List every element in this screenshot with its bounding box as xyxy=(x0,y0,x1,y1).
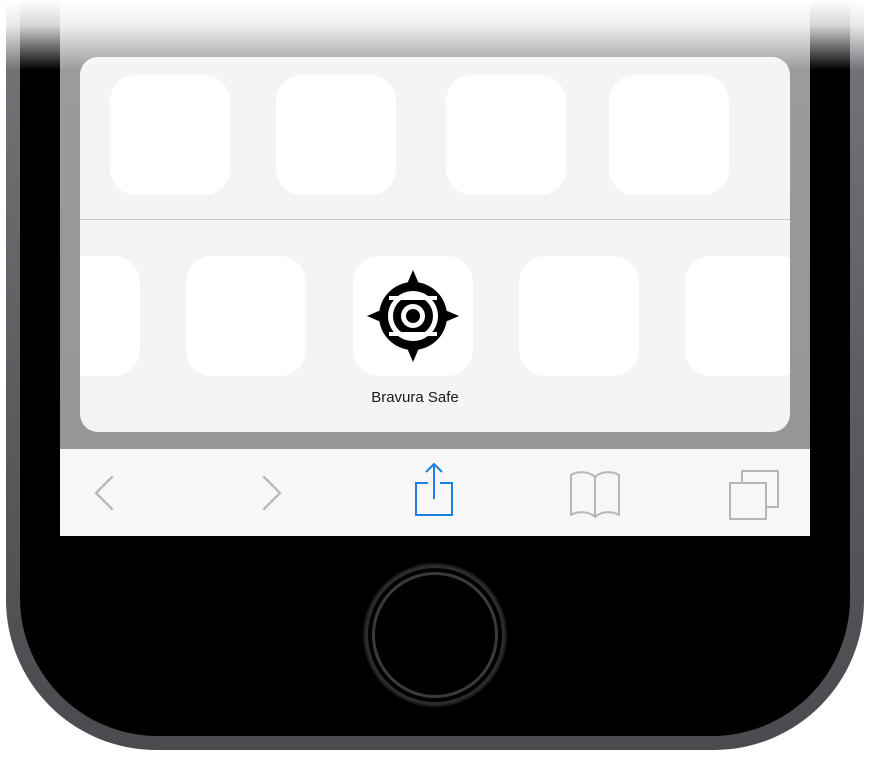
bravura-safe-action[interactable] xyxy=(353,256,473,376)
share-sheet-action-row: Bravura Safe xyxy=(80,221,790,432)
book-icon xyxy=(570,471,620,518)
chevron-left-icon xyxy=(94,475,114,511)
forward-button[interactable] xyxy=(242,463,302,523)
share-target-placeholder[interactable] xyxy=(609,75,729,195)
tabs-button[interactable] xyxy=(724,463,784,523)
bravura-safe-label: Bravura Safe xyxy=(371,389,459,406)
phone-screen: Bravura Safe xyxy=(60,0,810,536)
safari-toolbar xyxy=(60,449,810,536)
share-icon xyxy=(415,463,453,516)
tabs-icon xyxy=(729,470,779,520)
bravura-safe-logo-icon xyxy=(367,270,459,362)
action-placeholder[interactable] xyxy=(186,256,306,376)
share-target-placeholder[interactable] xyxy=(446,75,566,195)
share-sheet: Bravura Safe xyxy=(80,57,790,432)
action-placeholder[interactable] xyxy=(685,256,790,376)
action-placeholder[interactable] xyxy=(519,256,639,376)
share-target-placeholder[interactable] xyxy=(276,75,396,195)
back-button[interactable] xyxy=(74,463,134,523)
action-placeholder[interactable] xyxy=(80,256,140,376)
bookmarks-button[interactable] xyxy=(565,463,625,523)
page: Bravura Safe xyxy=(0,0,870,757)
share-sheet-top-row xyxy=(80,57,790,219)
share-sheet-divider xyxy=(80,219,790,220)
home-button-ring xyxy=(372,572,498,698)
home-button[interactable] xyxy=(368,568,502,702)
share-target-placeholder[interactable] xyxy=(110,75,230,195)
chevron-right-icon xyxy=(262,475,282,511)
share-button[interactable] xyxy=(404,463,464,523)
